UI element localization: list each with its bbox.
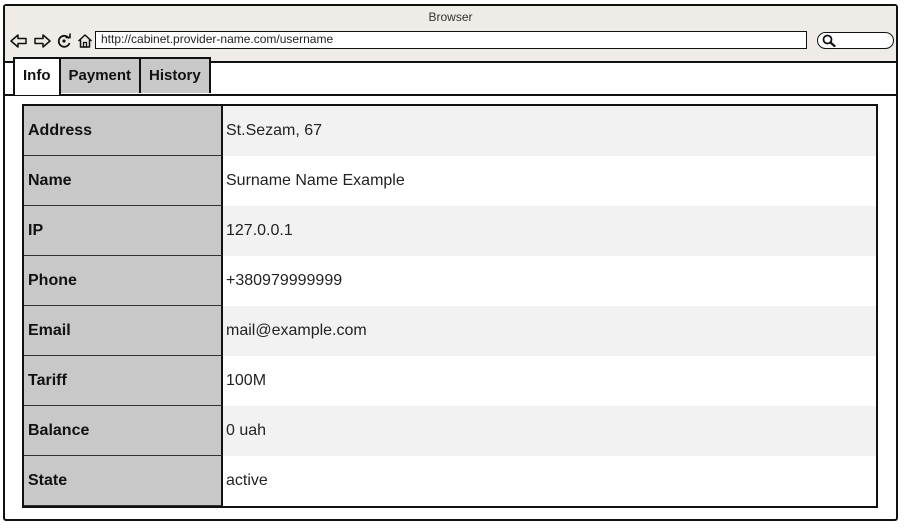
table-row: Balance 0 uah (24, 406, 876, 456)
address-bar[interactable]: http://cabinet.provider-name.com/usernam… (95, 31, 807, 49)
row-value-balance: 0 uah (223, 406, 876, 456)
window-title: Browser (428, 10, 473, 24)
table-row: Name Surname Name Example (24, 156, 876, 206)
row-label-phone: Phone (24, 256, 223, 306)
row-label-name: Name (24, 156, 223, 206)
row-value-address: St.Sezam, 67 (223, 106, 876, 156)
row-label-email: Email (24, 306, 223, 356)
row-value-phone: +380979999999 (226, 272, 343, 289)
nav-icons (10, 32, 93, 50)
row-label-balance: Balance (24, 406, 223, 456)
table-row: Address St.Sezam, 67 (24, 106, 876, 156)
tab-payment[interactable]: Payment (58, 57, 142, 93)
home-icon[interactable] (77, 33, 93, 49)
tab-bar: Info Payment History (13, 57, 211, 95)
browser-window: Browser http://cabinet.provider-name.com… (3, 4, 898, 521)
table-row: State active (24, 456, 876, 506)
table-row: IP 127.0.0.1 (24, 206, 876, 256)
table-row: Tariff 100M (24, 356, 876, 406)
row-label-address: Address (24, 106, 223, 156)
tab-content-border (5, 94, 896, 96)
row-label-state: State (24, 456, 223, 506)
tab-info[interactable]: Info (13, 57, 61, 95)
forward-icon[interactable] (33, 33, 51, 49)
row-value-ip: 127.0.0.1 (223, 206, 876, 256)
search-field[interactable] (817, 32, 894, 49)
table-row: Phone +380979999999 (24, 256, 876, 306)
row-value-tariff: 100M (226, 372, 267, 389)
browser-titlebar: Browser http://cabinet.provider-name.com… (5, 6, 896, 63)
reload-icon[interactable] (56, 33, 72, 49)
row-value-state: active (226, 472, 268, 489)
row-value-email: mail@example.com (223, 306, 876, 356)
back-icon[interactable] (10, 33, 28, 49)
info-table: Address St.Sezam, 67 Name Surname Name E… (22, 104, 878, 508)
tab-history[interactable]: History (139, 57, 211, 93)
row-value-name: Surname Name Example (226, 172, 405, 189)
row-label-ip: IP (24, 206, 223, 256)
row-label-tariff: Tariff (24, 356, 223, 406)
table-row: Email mail@example.com (24, 306, 876, 356)
